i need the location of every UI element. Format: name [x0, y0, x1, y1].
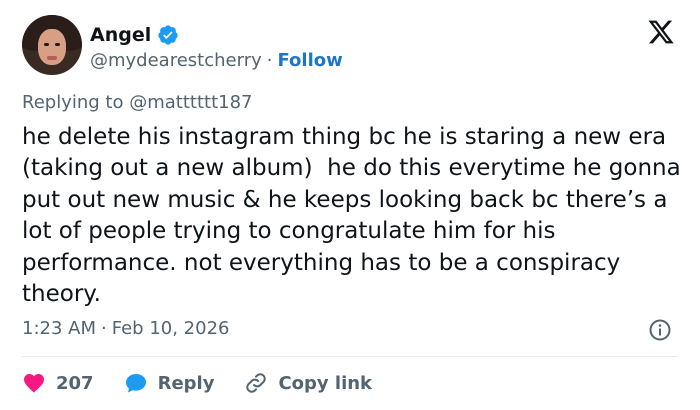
tweet-timestamp[interactable]: 1:23 AM · Feb 10, 2026 — [22, 318, 229, 339]
link-icon — [246, 373, 267, 393]
avatar-lips — [47, 56, 57, 60]
tweet-time: 1:23 AM — [22, 318, 96, 339]
reply-label: Reply — [157, 372, 215, 394]
avatar[interactable] — [22, 15, 82, 75]
tweet-actions: 207 Reply Copy link — [22, 370, 402, 396]
follow-button[interactable]: Follow — [277, 50, 342, 71]
author-name[interactable]: Angel — [90, 24, 151, 46]
replying-mention-link[interactable]: @matttttt187 — [129, 92, 252, 113]
like-button[interactable]: 207 — [22, 371, 94, 395]
author-name-row: Angel — [90, 22, 179, 48]
author-handle[interactable]: @mydearestcherry — [90, 50, 262, 71]
separator-dot: · — [266, 49, 273, 71]
replying-to-line: Replying to @matttttt187 — [22, 92, 253, 113]
verified-badge-icon — [158, 25, 178, 45]
avatar-eye — [55, 43, 60, 46]
reply-button[interactable]: Reply — [124, 371, 215, 395]
info-icon[interactable] — [648, 318, 672, 342]
speech-bubble-icon — [125, 374, 146, 393]
copy-link-button[interactable]: Copy link — [244, 371, 372, 395]
tweet-text: he delete his instagram thing bc he is s… — [22, 124, 689, 308]
heart-icon — [24, 374, 44, 393]
replying-prefix: Replying to — [22, 92, 124, 113]
x-logo-icon[interactable] — [646, 18, 676, 46]
author-handle-row: @mydearestcherry · Follow — [90, 48, 343, 72]
separator-dot: · — [101, 318, 107, 339]
divider — [22, 356, 678, 357]
avatar-eye — [44, 43, 49, 46]
like-count: 207 — [56, 372, 94, 394]
copy-link-label: Copy link — [278, 372, 373, 394]
tweet-date: Feb 10, 2026 — [111, 318, 230, 339]
